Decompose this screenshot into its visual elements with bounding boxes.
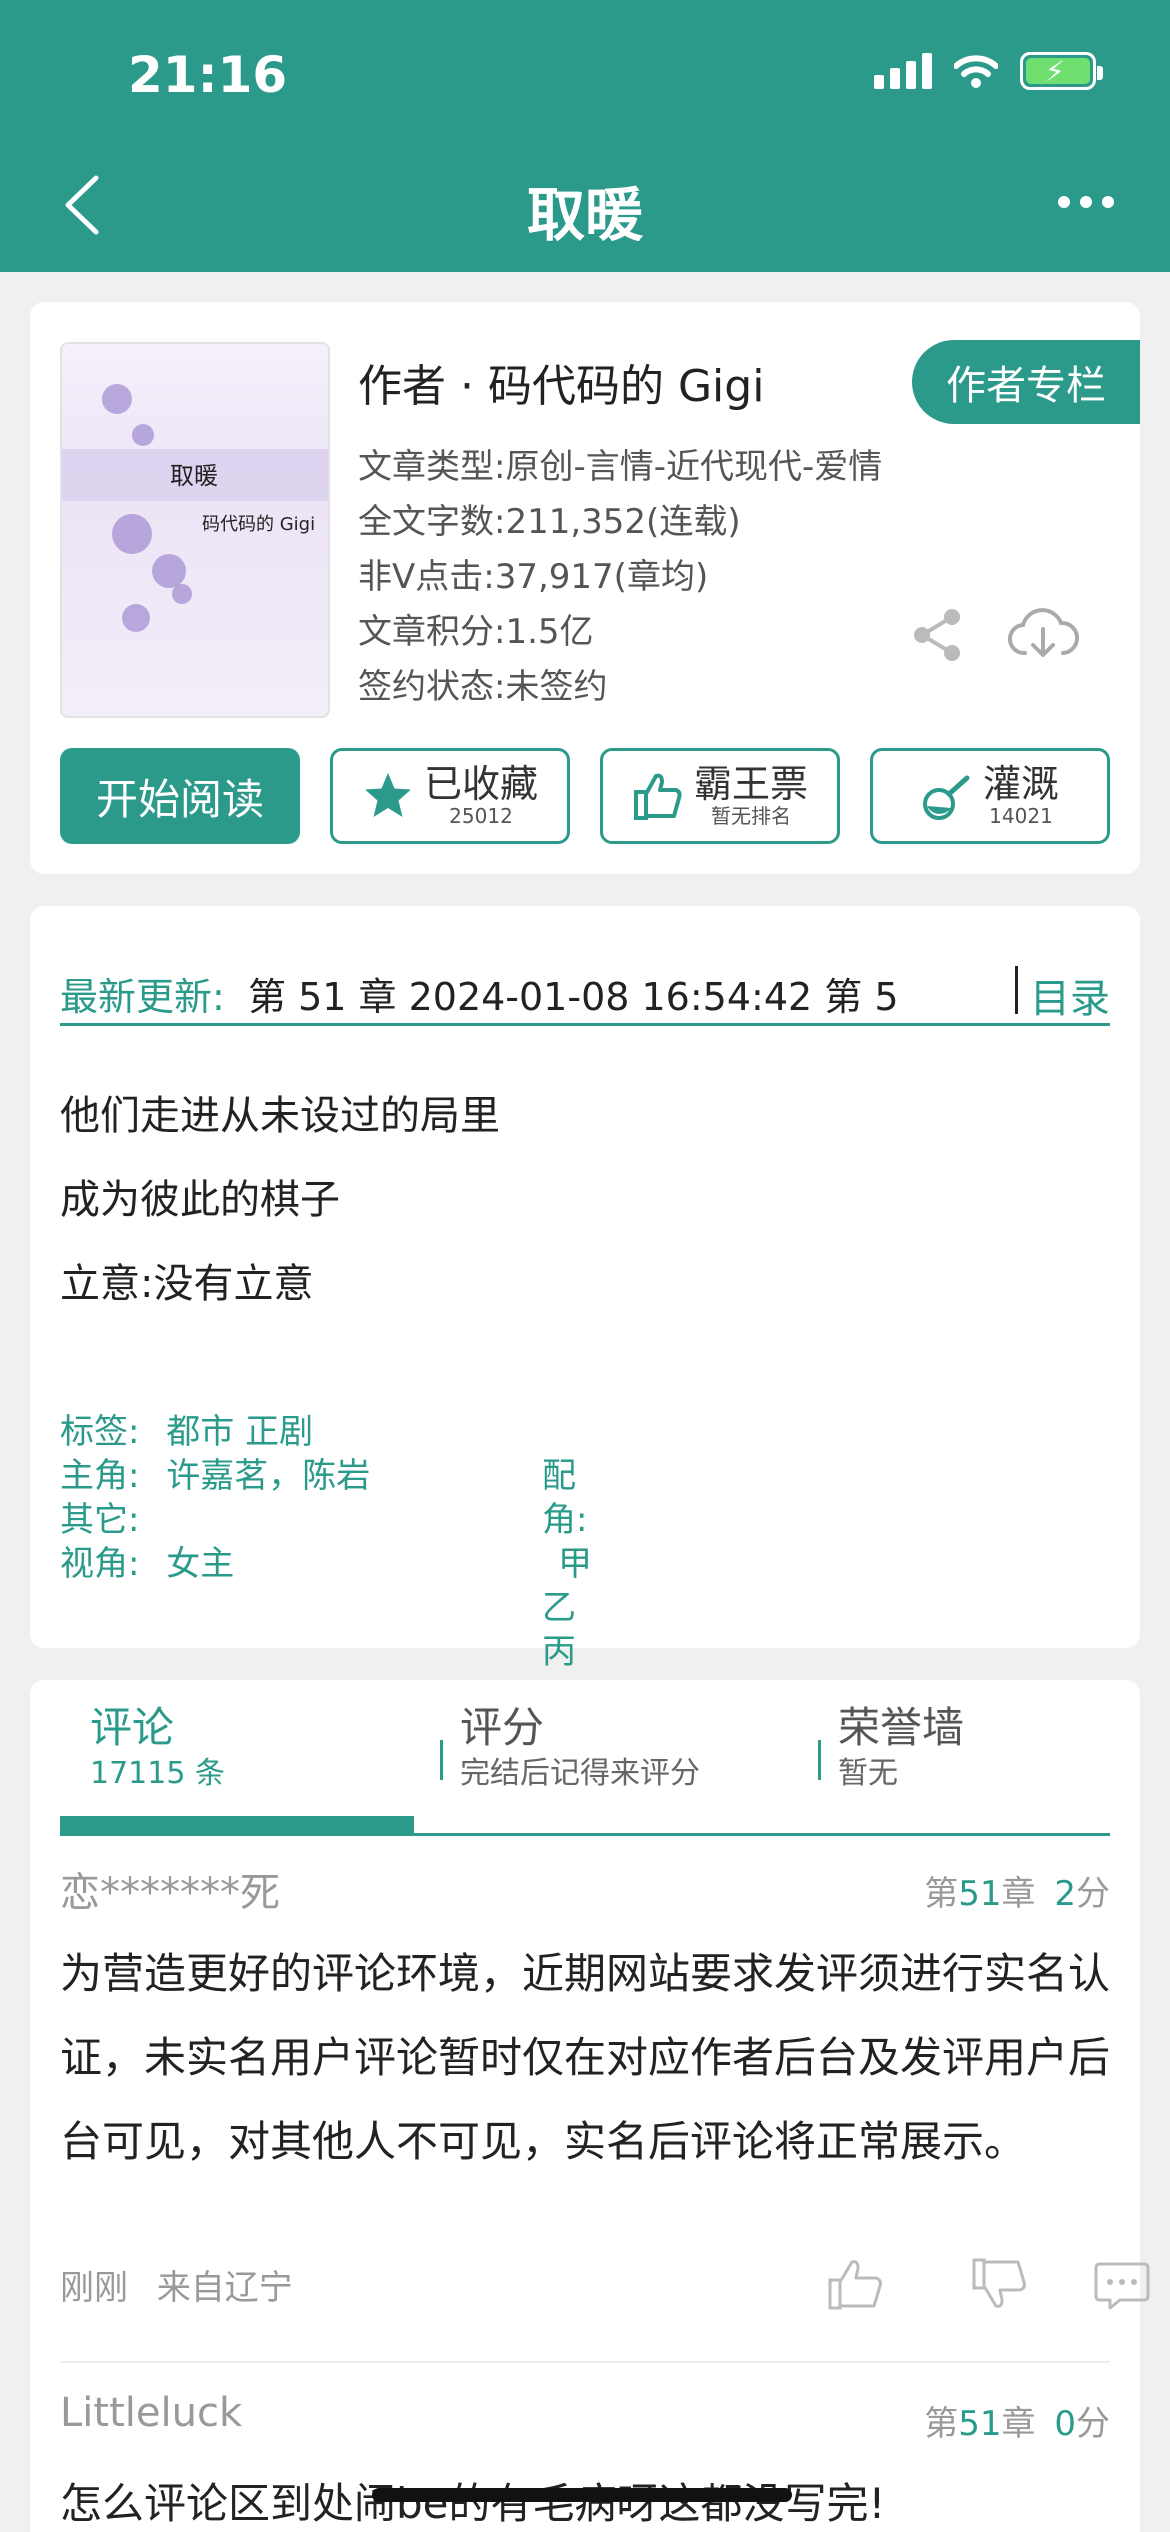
meta-sign-status: 签约状态:未签约 <box>358 667 608 707</box>
comment-item: 恋*******死 第51章 2分 为营造更好的评论环境，近期网站要求发评须进行… <box>60 1860 1150 2310</box>
lead-value: 许嘉茗，陈岩 <box>166 1456 371 1496</box>
more-options-icon[interactable] <box>1058 196 1114 208</box>
favorite-button[interactable]: 已收藏 25012 <box>330 748 570 844</box>
synopsis-line: 他们走进从未设过的局里 <box>60 1093 500 1139</box>
meta-clicks: 非Ⅴ点击:37,917(章均) <box>358 557 709 597</box>
tab-rating[interactable]: 评分 完结后记得来评分 <box>460 1700 700 1792</box>
wifi-icon <box>954 55 998 88</box>
share-icon[interactable] <box>910 607 966 663</box>
cover-title: 取暖 <box>170 462 218 490</box>
favorite-count: 25012 <box>449 804 513 828</box>
pov-label: 视角: <box>60 1544 140 1584</box>
latest-update-value[interactable]: 第 51 章 2024-01-08 16:54:42 第 5 <box>248 966 928 1021</box>
comment-divider <box>60 2361 1110 2363</box>
tab-title: 荣誉墙 <box>838 1703 965 1752</box>
start-reading-button[interactable]: 开始阅读 <box>60 748 300 844</box>
tags-label: 标签: <box>60 1412 140 1452</box>
comment-item: Littleluck 第51章 0分 怎么评论区到处闹be的有毛病呀这都没写完! <box>60 2390 1110 2532</box>
cloud-download-icon[interactable] <box>1005 607 1081 663</box>
overlord-rank: 暂无排名 <box>710 804 791 828</box>
comment-chapter-score: 第51章 2分 <box>924 1874 1110 1914</box>
meta-word-count: 全文字数:211,352(连载) <box>358 502 741 542</box>
book-intro-card: 最新更新: 第 51 章 2024-01-08 16:54:42 第 5 目录 … <box>30 906 1140 1716</box>
cover-author: 码代码的 Gigi <box>202 514 316 535</box>
overlord-label: 霸王票 <box>693 762 808 806</box>
signal-icon <box>874 53 932 89</box>
lead-label: 主角: <box>60 1456 140 1496</box>
synopsis-line: 成为彼此的棋子 <box>60 1177 340 1223</box>
comment-body: 为营造更好的评论环境，近期网站要求发评须进行实名认证，未实名用户评论暂时仅在对应… <box>60 1949 1111 2166</box>
irrigate-button[interactable]: 灌溉 14021 <box>870 748 1110 844</box>
divider <box>1015 966 1018 1014</box>
book-tags: 标签: 都市 正剧 主角: 许嘉茗，陈岩 配角: 甲乙丙丁 其它: 视角: 女主 <box>60 1410 592 1716</box>
supporting-label: 配角: <box>542 1456 588 1540</box>
irrigate-label: 灌溉 <box>982 762 1059 806</box>
other-label: 其它: <box>60 1500 140 1540</box>
synopsis-line: 立意:没有立意 <box>60 1261 314 1307</box>
meta-type: 文章类型:原创-言情-近代现代-爱情 <box>358 447 883 487</box>
home-indicator <box>372 2488 792 2502</box>
app-header: 21:16 ⚡ 取暖 <box>0 0 1170 272</box>
table-of-contents-link[interactable]: 目录 <box>1030 966 1110 1024</box>
comments-card: 评论 17115 条 评分 完结后记得来评分 荣誉墙 暂无 恋*******死 … <box>30 1680 1150 2532</box>
status-time: 21:16 <box>128 46 288 104</box>
flask-icon <box>922 775 970 820</box>
tab-comments[interactable]: 评论 17115 条 <box>90 1700 225 1792</box>
tab-subtitle: 完结后记得来评分 <box>460 1756 700 1791</box>
tab-title: 评分 <box>460 1703 545 1752</box>
reply-icon[interactable] <box>1094 2256 1150 2312</box>
tab-divider <box>440 1740 443 1780</box>
comment-tabs: 评论 17115 条 评分 完结后记得来评分 荣誉墙 暂无 <box>60 1700 1110 1836</box>
favorite-label: 已收藏 <box>423 762 538 806</box>
tab-honor-wall[interactable]: 荣誉墙 暂无 <box>838 1700 964 1792</box>
active-tab-indicator <box>60 1816 414 1836</box>
page-title: 取暖 <box>526 181 643 249</box>
tab-subtitle: 17115 条 <box>90 1756 225 1791</box>
author-name[interactable]: 作者 · 码代码的 Gigi <box>358 350 882 414</box>
comment-location: 来自辽宁 <box>156 2268 293 2308</box>
thumbs-up-icon <box>633 773 682 820</box>
like-icon[interactable] <box>826 2256 886 2312</box>
dislike-icon[interactable] <box>970 2256 1030 2312</box>
star-icon <box>364 773 411 817</box>
pov-value: 女主 <box>166 1544 235 1584</box>
tab-divider <box>818 1740 821 1780</box>
comment-time: 刚刚 <box>60 2268 128 2308</box>
tab-title: 评论 <box>90 1703 175 1752</box>
latest-update-row: 最新更新: 第 51 章 2024-01-08 16:54:42 第 5 目录 <box>60 936 1110 1026</box>
comment-user[interactable]: 恋*******死 <box>60 1860 280 1918</box>
action-buttons: 开始阅读 已收藏 25012 霸王票 暂无排名 灌溉 14021 <box>60 748 1110 844</box>
comment-meta: 刚刚 来自辽宁 <box>60 2260 293 2309</box>
battery-icon: ⚡ <box>1020 52 1103 90</box>
author-column-button[interactable]: 作者专栏 <box>912 340 1140 424</box>
tab-subtitle: 暂无 <box>838 1756 898 1791</box>
book-meta: 作者 · 码代码的 Gigi 文章类型:原创-言情-近代现代-爱情 全文字数:2… <box>358 350 882 715</box>
status-icons: ⚡ <box>874 52 1103 90</box>
latest-update-label: 最新更新: <box>60 975 225 1019</box>
book-info-card: 取暖 码代码的 Gigi 作者 · 码代码的 Gigi 文章类型:原创-言情-近… <box>30 302 1140 874</box>
overlord-ticket-button[interactable]: 霸王票 暂无排名 <box>600 748 840 844</box>
irrigate-count: 14021 <box>989 804 1053 828</box>
tags-value[interactable]: 都市 正剧 <box>166 1412 313 1452</box>
synopsis: 他们走进从未设过的局里 成为彼此的棋子 立意:没有立意 <box>60 1074 500 1326</box>
book-cover[interactable]: 取暖 码代码的 Gigi <box>60 342 330 718</box>
comment-chapter-score: 第51章 0分 <box>924 2404 1110 2444</box>
comment-user[interactable]: Littleluck <box>60 2390 242 2436</box>
meta-score: 文章积分:1.5亿 <box>358 612 594 652</box>
